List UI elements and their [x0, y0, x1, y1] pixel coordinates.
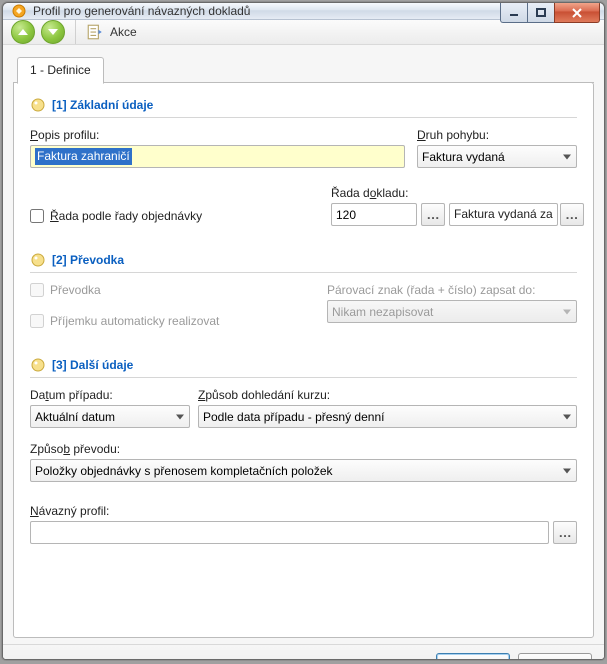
prevod-label: Způsob převodu: — [30, 442, 577, 456]
tabstrip: 1 - Definice — [13, 55, 594, 83]
rada-by-order-checkbox[interactable]: Řada podle řady objednávky — [30, 209, 202, 223]
druh-select[interactable] — [417, 145, 577, 168]
rada-browse-button[interactable]: … — [421, 203, 445, 226]
section-icon — [30, 357, 46, 373]
druh-label: Druh pohybu: — [417, 128, 577, 142]
parovaci-select — [327, 300, 577, 323]
rada-desc-browse-button[interactable]: … — [560, 203, 584, 226]
toolbar-separator — [75, 20, 76, 44]
popis-label: Popis profilu: — [30, 128, 405, 142]
minimize-button[interactable] — [500, 3, 528, 23]
rada-desc-field: Faktura vydaná za — [449, 203, 558, 226]
navazny-input[interactable] — [30, 521, 549, 544]
prijemku-checkbox: Příjemku automaticky realizovat — [30, 314, 219, 328]
section-dalsi-header: [3] Další údaje — [30, 357, 577, 378]
dialog-window: Profil pro generování návazných dokladů … — [2, 2, 605, 660]
titlebar: Profil pro generování návazných dokladů — [3, 3, 604, 20]
window-buttons — [501, 3, 600, 25]
app-icon — [11, 3, 27, 19]
section-basic-header: [1] Základní údaje — [30, 97, 577, 118]
nav-up-button[interactable] — [11, 20, 35, 44]
ok-button[interactable]: OK — [436, 653, 510, 661]
rada-label: Řada dokladu: — [331, 186, 577, 200]
actions-icon — [86, 23, 104, 41]
navazny-browse-button[interactable]: … — [553, 521, 577, 544]
section-icon — [30, 97, 46, 113]
actions-label[interactable]: Akce — [110, 25, 137, 39]
rada-input[interactable] — [331, 203, 417, 226]
section-prevodka-title: [2] Převodka — [52, 253, 124, 267]
tab-definice[interactable]: 1 - Definice — [17, 57, 104, 84]
prijemku-chk-label: Příjemku automaticky realizovat — [50, 314, 219, 328]
section-prevodka-header: [2] Převodka — [30, 252, 577, 273]
kurz-label: Způsob dohledání kurzu: — [198, 388, 577, 402]
datum-label: Datum případu: — [30, 388, 190, 402]
client-area: 1 - Definice [1] Základní údaje Popis pr… — [3, 45, 604, 660]
tab-panel: [1] Základní údaje Popis profilu: Faktur… — [13, 82, 594, 638]
kurz-select[interactable] — [198, 405, 577, 428]
dialog-footer: OK Storno — [3, 644, 604, 660]
parovaci-label: Párovací znak (řada + číslo) zapsat do: — [327, 283, 577, 297]
nav-down-button[interactable] — [41, 20, 65, 44]
maximize-button[interactable] — [527, 3, 555, 23]
prevodka-chk-label: Převodka — [50, 283, 101, 297]
datum-select[interactable] — [30, 405, 190, 428]
rada-by-order-label: Řada podle řady objednávky — [50, 209, 202, 223]
section-icon — [30, 252, 46, 268]
prevod-select[interactable] — [30, 459, 577, 482]
section-dalsi-title: [3] Další údaje — [52, 358, 133, 372]
popis-value-selected: Faktura zahraničí — [35, 148, 132, 165]
close-button[interactable] — [554, 3, 600, 23]
prevodka-checkbox: Převodka — [30, 283, 101, 297]
window-title: Profil pro generování návazných dokladů — [33, 4, 250, 18]
cancel-button[interactable]: Storno — [518, 653, 592, 661]
section-basic-title: [1] Základní údaje — [52, 98, 153, 112]
navazny-label: Návazný profil: — [30, 504, 577, 518]
